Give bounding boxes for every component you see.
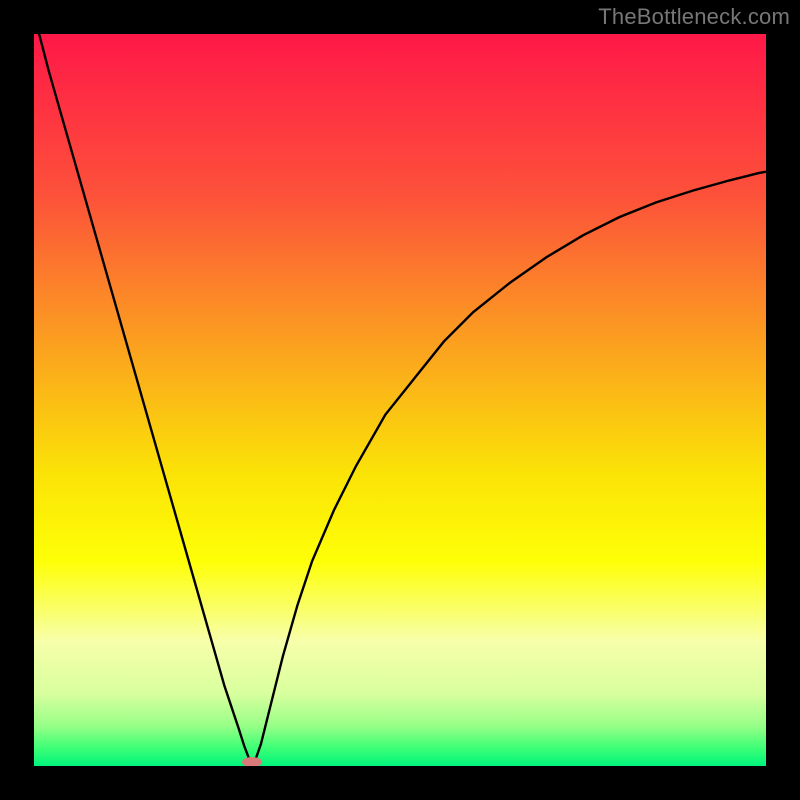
chart-frame: TheBottleneck.com xyxy=(0,0,800,800)
plot-area xyxy=(34,34,766,766)
min-point-marker xyxy=(242,757,262,766)
bottleneck-curve xyxy=(34,34,766,763)
curve-layer xyxy=(34,34,766,766)
watermark-text: TheBottleneck.com xyxy=(598,4,790,30)
